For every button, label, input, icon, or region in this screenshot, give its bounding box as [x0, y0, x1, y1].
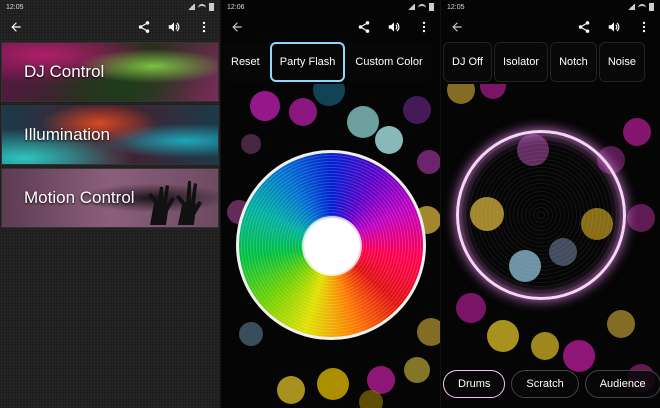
volume-icon[interactable] [166, 19, 182, 35]
wifi-icon [638, 4, 646, 10]
screen-menu: 12:05 DJ Control Illumination Motion Con… [0, 0, 220, 408]
menu-item-illumination[interactable]: Illumination [1, 105, 219, 165]
more-vert-icon[interactable] [416, 19, 432, 35]
action-tabs: Reset Party Flash Custom Color [221, 40, 431, 84]
more-vert-icon[interactable] [196, 19, 212, 35]
volume-icon[interactable] [606, 19, 622, 35]
tab-dj-off[interactable]: DJ Off [443, 42, 492, 82]
menu-item-label: Illumination [24, 125, 110, 144]
status-bar: 12:05 [441, 0, 660, 14]
chip-scratch[interactable]: Scratch [511, 370, 579, 398]
toolbar [441, 14, 660, 40]
hands-illustration [148, 181, 202, 225]
effect-tabs: DJ Off Isolator Notch Noise [441, 40, 645, 84]
menu-item-label: DJ Control [24, 62, 105, 81]
arrow-back-icon[interactable] [8, 19, 24, 35]
tab-reset[interactable]: Reset [223, 42, 268, 82]
menu-item-dj-control[interactable]: DJ Control [1, 42, 219, 102]
status-bar: 12:05 [0, 0, 220, 14]
sound-chips: Drums Scratch Audience V [441, 370, 660, 400]
status-time: 12:06 [227, 3, 245, 11]
battery-icon [649, 3, 654, 11]
battery-icon [209, 3, 214, 11]
volume-icon[interactable] [386, 19, 402, 35]
toolbar [0, 14, 220, 40]
wifi-icon [198, 4, 206, 10]
signal-icon [407, 4, 415, 10]
battery-icon [429, 3, 434, 11]
tab-party-flash[interactable]: Party Flash [269, 42, 346, 82]
chip-drums[interactable]: Drums [443, 370, 506, 398]
color-wheel-center[interactable] [304, 218, 360, 274]
tab-notch[interactable]: Notch [550, 42, 597, 82]
arrow-back-icon[interactable] [229, 19, 245, 35]
wifi-icon [418, 4, 426, 10]
signal-icon [627, 4, 635, 10]
signal-icon [187, 4, 195, 10]
toolbar [221, 14, 440, 40]
status-bar: 12:06 [221, 0, 440, 14]
color-wheel[interactable] [236, 150, 426, 340]
more-vert-icon[interactable] [636, 19, 652, 35]
arrow-back-icon[interactable] [449, 19, 465, 35]
share-icon[interactable] [136, 19, 152, 35]
status-time: 12:05 [6, 3, 24, 11]
status-time: 12:05 [447, 3, 465, 11]
share-icon[interactable] [576, 19, 592, 35]
tab-custom-color[interactable]: Custom Color [347, 42, 431, 82]
tab-noise[interactable]: Noise [598, 42, 645, 82]
chip-audience[interactable]: Audience [584, 370, 660, 398]
menu-item-motion-control[interactable]: Motion Control [1, 168, 219, 228]
tab-isolator[interactable]: Isolator [493, 42, 549, 82]
dj-control-ring[interactable] [456, 130, 626, 300]
share-icon[interactable] [356, 19, 372, 35]
menu-item-label: Motion Control [24, 188, 135, 207]
